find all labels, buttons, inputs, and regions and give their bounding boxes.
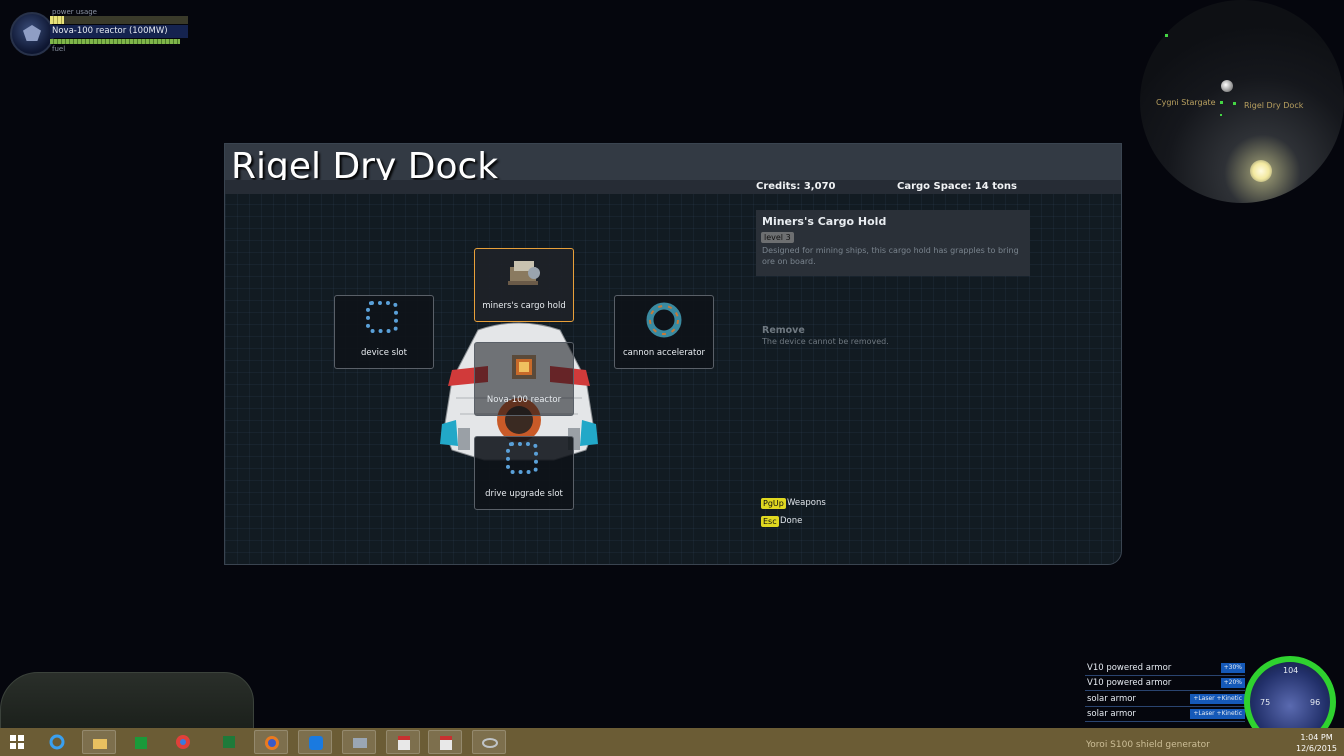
reactor-panel: Nova-100 reactor (100MW)	[50, 25, 188, 38]
slot-label: cannon accelerator	[622, 348, 706, 358]
key-badge: PgUp	[761, 498, 786, 509]
internet-explorer-icon	[49, 734, 65, 750]
bottom-left-panel: miningeer	[0, 672, 254, 740]
ring-icon	[482, 738, 498, 748]
taskbar-app-chrome[interactable]	[166, 730, 200, 754]
armor-name: V10 powered armor	[1087, 663, 1172, 673]
windows-logo-icon	[10, 735, 24, 749]
armor-row: solar armor +Laser +Kinetic	[1085, 692, 1245, 707]
remove-description: The device cannot be removed.	[762, 337, 889, 346]
armor-badge: +Laser +Kinetic	[1190, 694, 1245, 704]
slot-device[interactable]: device slot	[334, 295, 434, 369]
credits-readout: Credits: 3,070	[756, 181, 836, 192]
radar-label-drydock: Rigel Dry Dock	[1244, 101, 1304, 110]
key-action-label: Done	[780, 516, 803, 526]
excel-icon	[223, 736, 235, 748]
taskbar-app-explorer[interactable]	[82, 730, 116, 754]
radar-scope: Cygni Stargate Rigel Dry Dock	[1140, 0, 1344, 203]
slot-cargo-hold[interactable]: miners's cargo hold	[474, 248, 574, 322]
armor-badge: +30%	[1220, 663, 1245, 673]
taskbar-app-acrobat[interactable]	[386, 730, 420, 754]
start-button[interactable]	[0, 730, 34, 754]
empty-slot-icon	[506, 442, 538, 474]
taskbar-app-firefox[interactable]	[254, 730, 288, 754]
reactor-name: Nova-100 reactor (100MW)	[52, 26, 168, 36]
item-level-badge: level 3	[761, 232, 794, 243]
radar-contact	[1220, 101, 1223, 104]
game-icon	[353, 738, 367, 748]
slot-label: device slot	[361, 348, 407, 358]
slot-label: miners's cargo hold	[482, 301, 566, 311]
fuel-bar	[50, 39, 180, 44]
shield-top-value: 104	[1283, 666, 1299, 675]
empty-slot-icon	[366, 301, 398, 333]
ship-status-icon	[10, 12, 54, 56]
dock-stats-bar: Credits: 3,070 Cargo Space: 14 tons	[225, 180, 1121, 194]
armor-row: V10 powered armor +30%	[1085, 661, 1245, 676]
radar-label-stargate: Cygni Stargate	[1156, 98, 1216, 107]
armor-name: solar armor	[1087, 709, 1136, 719]
document-icon	[440, 736, 452, 750]
taskbar-app-acrobat-2[interactable]	[428, 730, 462, 754]
power-usage-label: power usage	[52, 8, 97, 16]
fuel-label: fuel	[52, 45, 66, 53]
radar-contact	[1233, 102, 1236, 105]
armor-name: V10 powered armor	[1087, 678, 1172, 688]
star-icon	[1250, 160, 1272, 182]
armor-name: solar armor	[1087, 694, 1136, 704]
dock-header: Rigel Dry Dock	[225, 144, 1121, 187]
armor-row: V10 powered armor +20%	[1085, 676, 1245, 691]
item-name: Miners's Cargo Hold	[762, 215, 887, 228]
chrome-icon	[176, 735, 190, 749]
radar-contact	[1165, 34, 1168, 37]
folder-icon	[93, 739, 107, 749]
reactor-icon	[512, 355, 536, 379]
taskbar-app-store[interactable]	[124, 730, 158, 754]
clock-date: 12/6/2015	[1296, 744, 1338, 753]
cannon-accelerator-icon	[646, 302, 682, 338]
key-badge: Esc	[761, 516, 779, 527]
store-icon	[135, 737, 147, 749]
key-action-label: Weapons	[787, 498, 826, 508]
document-icon	[398, 736, 410, 750]
taskbar-app-excel[interactable]	[212, 730, 246, 754]
item-description: Designed for mining ships, this cargo ho…	[762, 246, 1019, 266]
planet-icon	[1221, 80, 1233, 92]
cargo-space-readout: Cargo Space: 14 tons	[897, 181, 1017, 192]
armor-row: solar armor +Laser +Kinetic	[1085, 707, 1245, 722]
item-info-panel: Miners's Cargo Hold level 3 Designed for…	[756, 210, 1030, 276]
system-clock[interactable]: 1:04 PM 12/6/2015	[1296, 732, 1337, 754]
slot-drive-upgrade[interactable]: drive upgrade slot	[474, 436, 574, 510]
remove-action[interactable]: Remove	[762, 325, 805, 336]
teamviewer-icon	[309, 736, 323, 750]
taskbar-app-ie[interactable]	[40, 730, 74, 754]
firefox-icon	[265, 736, 279, 750]
power-usage-bar	[50, 16, 188, 24]
clock-time: 1:04 PM	[1300, 733, 1333, 742]
slot-cannon-accelerator[interactable]: cannon accelerator	[614, 295, 714, 369]
shield-generator-label: Yoroi S100 shield generator	[1086, 740, 1210, 750]
taskbar-app-misc[interactable]	[472, 730, 506, 754]
cargo-hold-icon	[508, 261, 540, 285]
slot-label: Nova-100 reactor	[486, 395, 562, 405]
taskbar-app-teamviewer[interactable]	[298, 730, 332, 754]
shield-right-value: 96	[1310, 698, 1321, 707]
taskbar-app-game[interactable]	[342, 730, 376, 754]
armor-badge: +20%	[1220, 678, 1245, 688]
reactor-hud: power usage Nova-100 reactor (100MW) fue…	[8, 8, 198, 56]
armor-badge: +Laser +Kinetic	[1190, 709, 1245, 719]
slot-reactor[interactable]: Nova-100 reactor	[474, 342, 574, 416]
radar-contact	[1220, 114, 1222, 116]
shield-left-value: 75	[1260, 698, 1271, 707]
slot-label: drive upgrade slot	[485, 489, 563, 499]
